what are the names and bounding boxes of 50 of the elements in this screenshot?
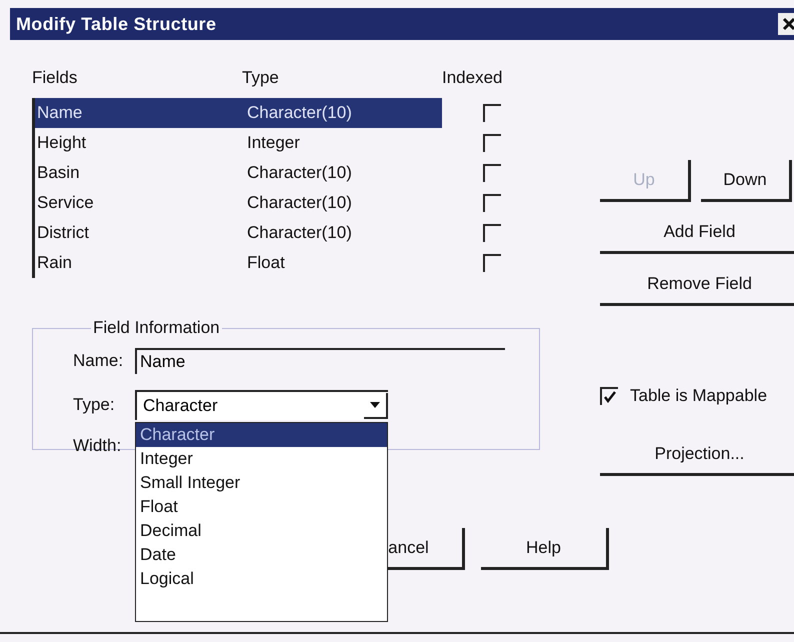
field-row[interactable]: Service Character(10) <box>32 188 442 218</box>
indexed-checkbox[interactable] <box>483 164 501 182</box>
indexed-checkbox[interactable] <box>483 194 501 212</box>
caret-icon <box>370 402 380 408</box>
field-type: Float <box>247 253 286 273</box>
field-label: Name: <box>73 351 123 371</box>
field-row[interactable]: Basin Character(10) <box>32 158 442 188</box>
field-label: Type: <box>73 395 116 415</box>
side-button[interactable]: Down <box>701 160 792 202</box>
side-button[interactable]: Remove Field <box>600 264 794 306</box>
indexed-checkbox[interactable] <box>483 104 501 122</box>
indexed-checkbox[interactable] <box>483 134 501 152</box>
checkbox-label: Table is Mappable <box>630 386 768 406</box>
dropdown-option[interactable]: Character <box>136 423 387 447</box>
close-button[interactable] <box>778 13 794 35</box>
dropdown-option[interactable]: Integer <box>136 447 387 471</box>
group-title: Field Information <box>92 318 221 338</box>
field-row[interactable]: District Character(10) <box>32 218 442 248</box>
indexed-checkbox[interactable] <box>483 224 501 242</box>
name-field[interactable]: Name <box>135 348 505 374</box>
field-type: Integer <box>247 133 301 153</box>
field-row[interactable]: Rain Float <box>32 248 442 278</box>
window-title: Modify Table Structure <box>16 14 216 34</box>
close-icon <box>782 17 794 31</box>
dialog-button[interactable]: ancel <box>355 528 465 570</box>
field-type: Character(10) <box>247 193 353 213</box>
dialog-button[interactable]: Help <box>481 528 609 570</box>
field-name: Name <box>37 103 84 123</box>
field-type: Character(10) <box>247 103 353 123</box>
field-row[interactable]: Name Character(10) <box>32 98 442 128</box>
dropdown-option[interactable]: Logical <box>136 567 387 591</box>
indexed-checkbox[interactable] <box>483 254 501 272</box>
column-header: Fields <box>32 68 78 88</box>
projection-button[interactable]: Projection... <box>600 434 794 476</box>
field-name: Service <box>37 193 95 213</box>
field-name: District <box>37 223 90 243</box>
mappable-checkbox[interactable] <box>600 387 618 405</box>
field-name: Basin <box>37 163 81 183</box>
side-button[interactable]: Add Field <box>600 212 794 254</box>
type-dropdown[interactable]: Character <box>135 390 388 420</box>
dropdown-option[interactable]: Small Integer <box>136 471 387 495</box>
field-label: Width: <box>73 436 122 456</box>
field-type: Character(10) <box>247 163 353 183</box>
field-name: Height <box>37 133 88 153</box>
field-row[interactable]: Height Integer <box>32 128 442 158</box>
dropdown-option[interactable]: Float <box>136 495 387 519</box>
field-type: Character(10) <box>247 223 353 243</box>
column-header: Indexed <box>442 68 504 88</box>
field-name: Rain <box>37 253 73 273</box>
column-header: Type <box>242 68 280 88</box>
